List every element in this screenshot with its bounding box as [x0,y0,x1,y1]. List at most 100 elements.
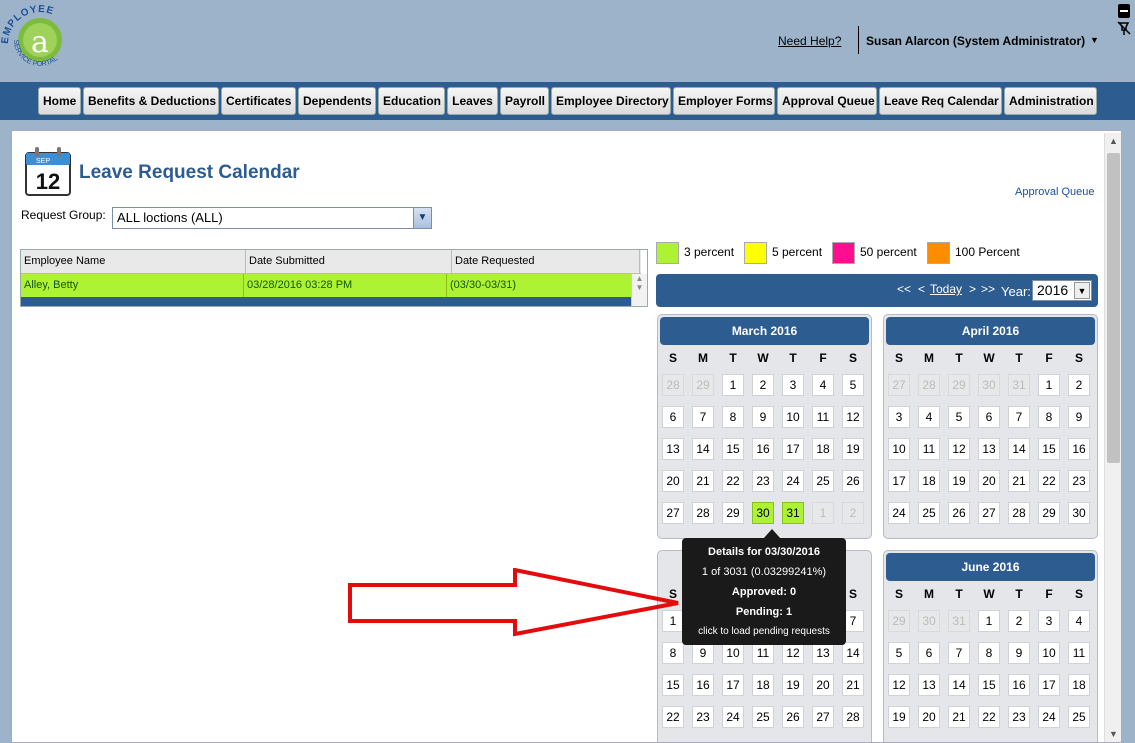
calendar-day[interactable]: 9 [752,406,774,428]
grid-scrollbar[interactable]: ▲ ▼ [631,274,647,306]
calendar-day[interactable]: 13 [978,438,1000,460]
calendar-day[interactable]: 5 [888,642,910,664]
need-help-link[interactable]: Need Help? [778,34,841,48]
calendar-day[interactable]: 14 [948,674,970,696]
nav-leaves[interactable]: Leaves [447,87,498,115]
minimize-icon[interactable] [1117,3,1131,19]
calendar-day[interactable]: 18 [812,438,834,460]
calendar-day[interactable]: 21 [948,706,970,728]
calendar-day[interactable]: 9 [1068,406,1090,428]
calendar-day[interactable]: 20 [918,706,940,728]
table-row[interactable]: Alley, Betty 03/28/2016 03:28 PM (03/30-… [21,274,631,297]
calendar-day[interactable]: 16 [752,438,774,460]
calendar-day[interactable]: 26 [782,706,804,728]
prev-year-button[interactable]: << [897,282,911,296]
calendar-day[interactable]: 22 [662,706,684,728]
calendar-day[interactable]: 13 [812,642,834,664]
calendar-day[interactable]: 21 [1008,470,1030,492]
scrollbar-thumb[interactable] [1107,153,1120,463]
next-year-button[interactable]: >> [981,282,995,296]
calendar-day[interactable]: 10 [1038,642,1060,664]
calendar-day[interactable]: 24 [888,502,910,524]
nav-certificates[interactable]: Certificates [221,87,296,115]
calendar-day[interactable]: 11 [812,406,834,428]
calendar-day[interactable]: 4 [1068,610,1090,632]
calendar-day[interactable]: 29 [1038,502,1060,524]
calendar-day[interactable]: 29 [888,610,910,632]
calendar-day[interactable]: 11 [1068,642,1090,664]
today-link[interactable]: Today [930,282,962,296]
calendar-day[interactable]: 2 [842,502,864,524]
calendar-day[interactable]: 7 [1008,406,1030,428]
calendar-day[interactable]: 8 [722,406,744,428]
scroll-down-icon[interactable]: ▼ [632,283,647,292]
calendar-day[interactable]: 27 [662,502,684,524]
calendar-day[interactable]: 12 [842,406,864,428]
calendar-day[interactable]: 29 [948,374,970,396]
calendar-day[interactable]: 3 [1038,610,1060,632]
calendar-day[interactable]: 31 [782,502,804,524]
calendar-day[interactable]: 20 [978,470,1000,492]
calendar-day[interactable]: 17 [888,470,910,492]
main-scrollbar[interactable]: ▲ ▼ [1104,133,1121,742]
scroll-up-icon[interactable]: ▲ [1105,133,1121,149]
day-details-tooltip[interactable]: Details for 03/30/2016 1 of 3031 (0.0329… [682,538,846,645]
calendar-day[interactable]: 24 [782,470,804,492]
nav-approval-queue[interactable]: Approval Queue [777,87,877,115]
nav-dependents[interactable]: Dependents [298,87,376,115]
scroll-down-icon[interactable]: ▼ [1105,726,1121,742]
calendar-day[interactable]: 22 [978,706,1000,728]
calendar-day[interactable]: 15 [1038,438,1060,460]
calendar-day[interactable]: 24 [722,706,744,728]
calendar-day[interactable]: 30 [978,374,1000,396]
calendar-day[interactable]: 1 [1038,374,1060,396]
calendar-day[interactable]: 26 [948,502,970,524]
chevron-down-icon[interactable]: ▼ [1074,282,1090,299]
calendar-day[interactable]: 9 [1008,642,1030,664]
calendar-day[interactable]: 13 [918,674,940,696]
column-date-requested[interactable]: Date Requested [452,250,640,273]
scroll-up-icon[interactable]: ▲ [632,274,647,283]
calendar-day[interactable]: 19 [948,470,970,492]
calendar-day[interactable]: 13 [662,438,684,460]
calendar-day[interactable]: 2 [752,374,774,396]
calendar-day[interactable]: 30 [918,610,940,632]
request-group-select[interactable]: ALL loctions (ALL) ▼ [112,207,432,229]
calendar-day[interactable]: 14 [692,438,714,460]
calendar-day[interactable]: 1 [722,374,744,396]
calendar-day[interactable]: 25 [812,470,834,492]
calendar-day[interactable]: 6 [918,642,940,664]
calendar-day[interactable]: 16 [1068,438,1090,460]
nav-benefits-deductions[interactable]: Benefits & Deductions [83,87,219,115]
calendar-day[interactable]: 16 [1008,674,1030,696]
prev-month-button[interactable]: < [918,282,925,296]
nav-administration[interactable]: Administration [1004,87,1097,115]
calendar-day[interactable]: 28 [662,374,684,396]
calendar-day[interactable]: 19 [888,706,910,728]
calendar-day[interactable]: 19 [842,438,864,460]
calendar-day[interactable]: 17 [1038,674,1060,696]
user-menu[interactable]: Susan Alarcon (System Administrator) [866,34,1085,48]
calendar-day[interactable]: 14 [1008,438,1030,460]
calendar-day[interactable]: 5 [948,406,970,428]
calendar-day[interactable]: 27 [888,374,910,396]
calendar-day[interactable]: 23 [1008,706,1030,728]
calendar-day[interactable]: 22 [722,470,744,492]
column-date-submitted[interactable]: Date Submitted [246,250,452,273]
calendar-day[interactable]: 27 [978,502,1000,524]
calendar-day[interactable]: 31 [948,610,970,632]
nav-education[interactable]: Education [378,87,445,115]
calendar-day[interactable]: 1 [978,610,1000,632]
calendar-day[interactable]: 20 [662,470,684,492]
calendar-day[interactable]: 8 [1038,406,1060,428]
calendar-day[interactable]: 24 [1038,706,1060,728]
calendar-day[interactable]: 23 [752,470,774,492]
calendar-day[interactable]: 27 [812,706,834,728]
calendar-day[interactable]: 15 [978,674,1000,696]
calendar-day[interactable]: 12 [782,642,804,664]
calendar-day[interactable]: 30 [1068,502,1090,524]
calendar-day[interactable]: 9 [692,642,714,664]
calendar-day[interactable]: 25 [918,502,940,524]
year-select[interactable]: 2016 ▼ [1032,280,1092,301]
unpin-icon[interactable] [1117,20,1131,36]
